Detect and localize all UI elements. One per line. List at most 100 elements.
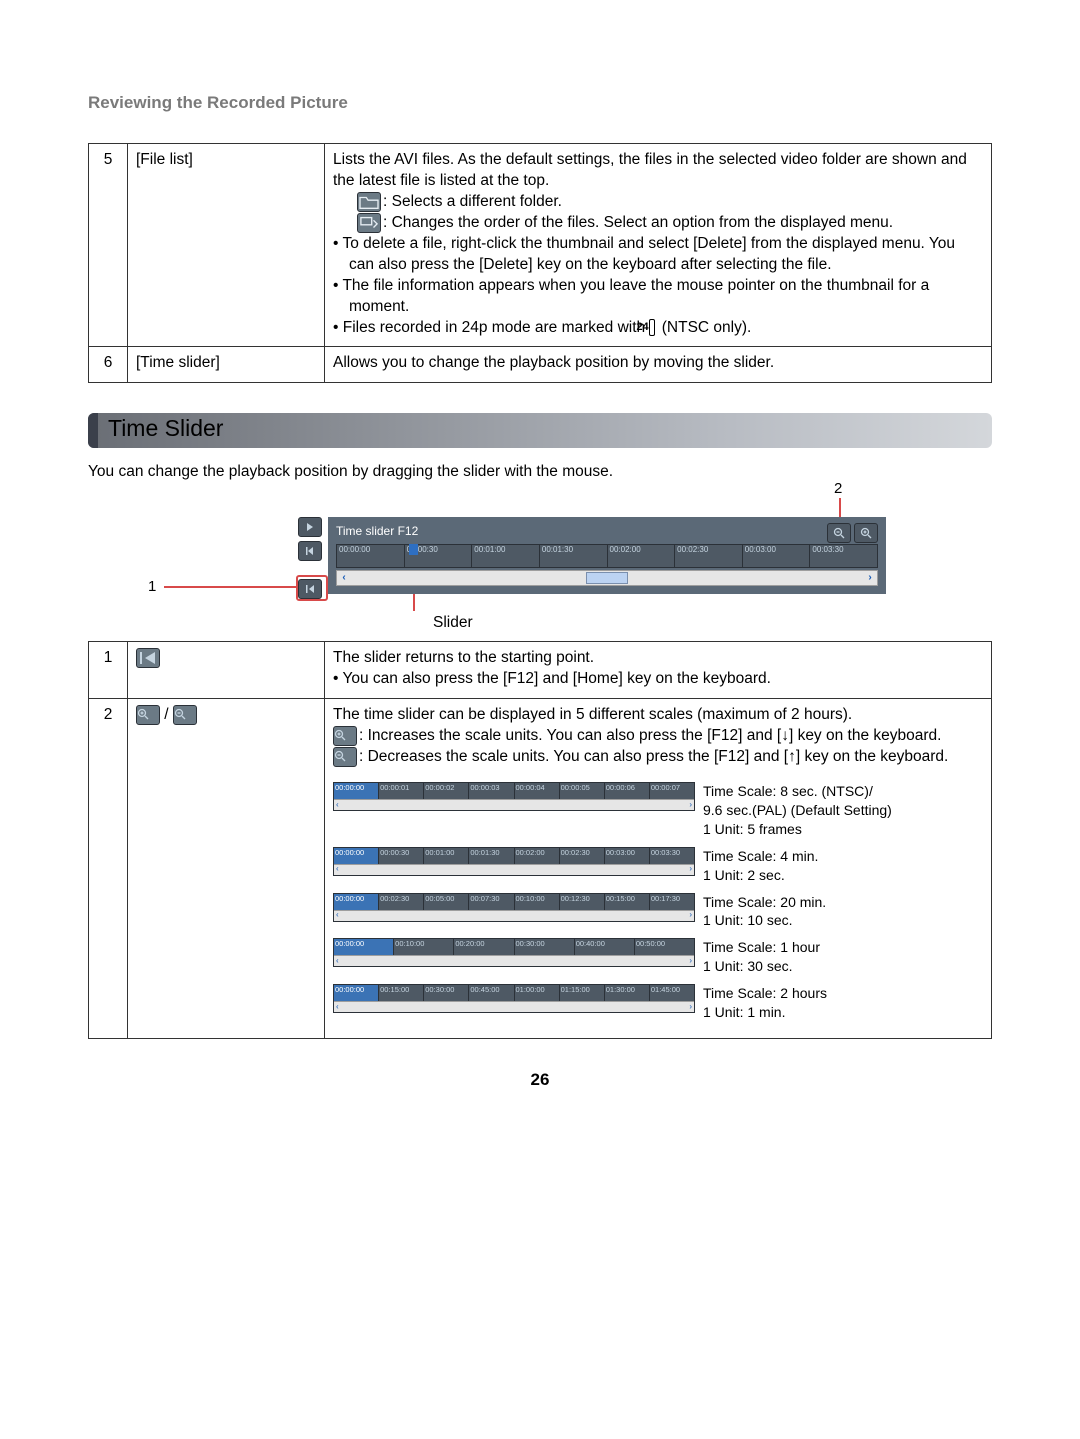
table-row: 5 [File list] Lists the AVI files. As th… xyxy=(89,143,992,346)
scale-ruler: 00:00:0000:15:0000:30:0000:45:0001:00:00… xyxy=(333,984,695,1013)
ruler-tick: 00:45:00 xyxy=(468,985,513,1001)
ruler-tick: 00:00:00 xyxy=(334,783,378,799)
horizontal-scrollbar: ‹› xyxy=(334,910,694,921)
ruler-tick: 00:30:00 xyxy=(514,939,574,955)
skip-back-button[interactable] xyxy=(298,541,322,561)
scale-ruler: 00:00:0000:02:3000:05:0000:07:3000:10:00… xyxy=(333,893,695,922)
row-label: [File list] xyxy=(128,143,325,346)
scale-info-line: Time Scale: 20 min. xyxy=(703,893,826,912)
scrollbar-thumb[interactable] xyxy=(586,572,628,584)
ruler-tick: 00:02:30 xyxy=(674,545,742,567)
row-label: [Time slider] xyxy=(128,347,325,383)
scale-info: Time Scale: 4 min.1 Unit: 2 sec. xyxy=(703,847,818,885)
file-list-table: 5 [File list] Lists the AVI files. As th… xyxy=(88,143,992,383)
sort-icon-text: : Changes the order of the files. Select… xyxy=(383,214,893,231)
scale-info: Time Scale: 20 min.1 Unit: 10 sec. xyxy=(703,893,826,931)
slider-panel-title: Time slider F12 xyxy=(336,523,418,539)
ruler-tick: 00:15:00 xyxy=(378,985,423,1001)
ruler-tick: 00:10:00 xyxy=(514,894,559,910)
folder-icon xyxy=(357,192,381,212)
scale-info: Time Scale: 2 hours1 Unit: 1 min. xyxy=(703,984,827,1022)
row-description: Lists the AVI files. As the default sett… xyxy=(325,143,992,346)
play-button[interactable] xyxy=(298,517,322,537)
time-ruler[interactable]: 00:00:00 00:00:30 00:01:00 00:01:30 00:0… xyxy=(336,544,878,568)
scale-ruler: 00:00:0000:10:0000:20:0000:30:0000:40:00… xyxy=(333,938,695,967)
zoom-in-text: : Increases the scale units. You can als… xyxy=(359,727,941,744)
horizontal-scrollbar[interactable]: ‹ › xyxy=(336,570,878,586)
section-header: Reviewing the Recorded Picture xyxy=(88,92,992,115)
ruler-tick: 01:45:00 xyxy=(649,985,694,1001)
scroll-right-icon[interactable]: › xyxy=(863,572,877,584)
ruler-tick: 00:10:00 xyxy=(393,939,453,955)
return-start-bullet: You can also press the [F12] and [Home] … xyxy=(342,670,771,687)
ruler-tick: 00:00:06 xyxy=(604,783,649,799)
ruler-tick: 00:07:30 xyxy=(468,894,513,910)
ruler-tick: 00:02:30 xyxy=(559,848,604,864)
scale-info-line: 1 Unit: 5 frames xyxy=(703,820,892,839)
time-slider-heading: Time Slider xyxy=(88,413,992,448)
scale-info-line: Time Scale: 8 sec. (NTSC)/ xyxy=(703,782,892,801)
ruler-tick: 00:00:30 xyxy=(378,848,423,864)
scale-info-line: 9.6 sec.(PAL) (Default Setting) xyxy=(703,801,892,820)
return-start-button[interactable] xyxy=(298,579,322,599)
horizontal-scrollbar: ‹› xyxy=(334,955,694,966)
ruler-tick: 00:00:02 xyxy=(423,783,468,799)
ruler-tick: 00:00:03 xyxy=(468,783,513,799)
ruler-tick: 00:12:30 xyxy=(559,894,604,910)
file-list-bullet: To delete a file, right-click the thumbn… xyxy=(342,235,955,273)
ruler-tick: 00:20:00 xyxy=(453,939,513,955)
row-number: 1 xyxy=(89,642,128,699)
ruler-tick: 00:17:30 xyxy=(649,894,694,910)
return-start-icon xyxy=(136,648,160,668)
scale-example: 00:00:0000:15:0000:30:0000:45:0001:00:00… xyxy=(333,984,983,1022)
ruler-tick: 00:01:00 xyxy=(423,848,468,864)
ruler-tick: 00:00:00 xyxy=(334,985,378,1001)
sort-icon xyxy=(357,213,381,233)
ruler-tick: 00:05:00 xyxy=(423,894,468,910)
playhead-icon[interactable] xyxy=(409,544,418,555)
scale-info-line: Time Scale: 4 min. xyxy=(703,847,818,866)
ruler-tick: 00:01:30 xyxy=(539,545,607,567)
scale-example: 00:00:0000:02:3000:05:0000:07:3000:10:00… xyxy=(333,893,983,931)
ruler-tick: 01:00:00 xyxy=(514,985,559,1001)
ruler-tick: 00:01:00 xyxy=(471,545,539,567)
ruler-tick: 00:02:00 xyxy=(607,545,675,567)
row-icon-cell: / xyxy=(128,699,325,1039)
file-list-intro: Lists the AVI files. As the default sett… xyxy=(333,150,983,192)
ruler-tick: 01:15:00 xyxy=(559,985,604,1001)
ruler-tick: 00:50:00 xyxy=(634,939,694,955)
table-row: 2 / The time slider can be displayed in … xyxy=(89,699,992,1039)
ruler-tick: 00:00:07 xyxy=(649,783,694,799)
slider-caption: Slider xyxy=(433,613,473,634)
ruler-tick: 00:02:00 xyxy=(514,848,559,864)
scale-info-line: 1 Unit: 30 sec. xyxy=(703,957,820,976)
return-start-desc: The slider returns to the starting point… xyxy=(333,648,983,669)
scale-ruler: 00:00:0000:00:3000:01:0000:01:3000:02:00… xyxy=(333,847,695,876)
ruler-tick: 00:00:00 xyxy=(334,939,393,955)
row-icon-cell xyxy=(128,642,325,699)
zoom-in-button[interactable] xyxy=(854,523,878,543)
scale-ruler: 00:00:0000:00:0100:00:0200:00:0300:00:04… xyxy=(333,782,695,811)
ruler-tick: 00:00:00 xyxy=(334,848,378,864)
scale-example: 00:00:0000:00:3000:01:0000:01:3000:02:00… xyxy=(333,847,983,885)
zoom-in-icon xyxy=(136,705,160,725)
row-number: 6 xyxy=(89,347,128,383)
file-list-bullet-tail: (NTSC only). xyxy=(662,319,752,336)
file-list-bullet: The file information appears when you le… xyxy=(342,277,929,315)
zoom-out-button[interactable] xyxy=(827,523,851,543)
scroll-left-icon[interactable]: ‹ xyxy=(337,572,351,584)
ruler-tick: 00:01:30 xyxy=(468,848,513,864)
horizontal-scrollbar: ‹› xyxy=(334,864,694,875)
ruler-tick: 00:40:00 xyxy=(574,939,634,955)
horizontal-scrollbar: ‹› xyxy=(334,1001,694,1012)
zoom-in-icon xyxy=(333,726,357,746)
page-number: 26 xyxy=(88,1069,992,1092)
row-number: 2 xyxy=(89,699,128,1039)
scale-info-line: 1 Unit: 10 sec. xyxy=(703,911,826,930)
row-description: Allows you to change the playback positi… xyxy=(325,347,992,383)
time-slider-intro: You can change the playback position by … xyxy=(88,462,992,483)
table-row: 1 The slider returns to the starting poi… xyxy=(89,642,992,699)
ruler-tick: 00:03:00 xyxy=(742,545,810,567)
folder-icon-text: : Selects a different folder. xyxy=(383,193,562,210)
scale-info-line: Time Scale: 1 hour xyxy=(703,938,820,957)
